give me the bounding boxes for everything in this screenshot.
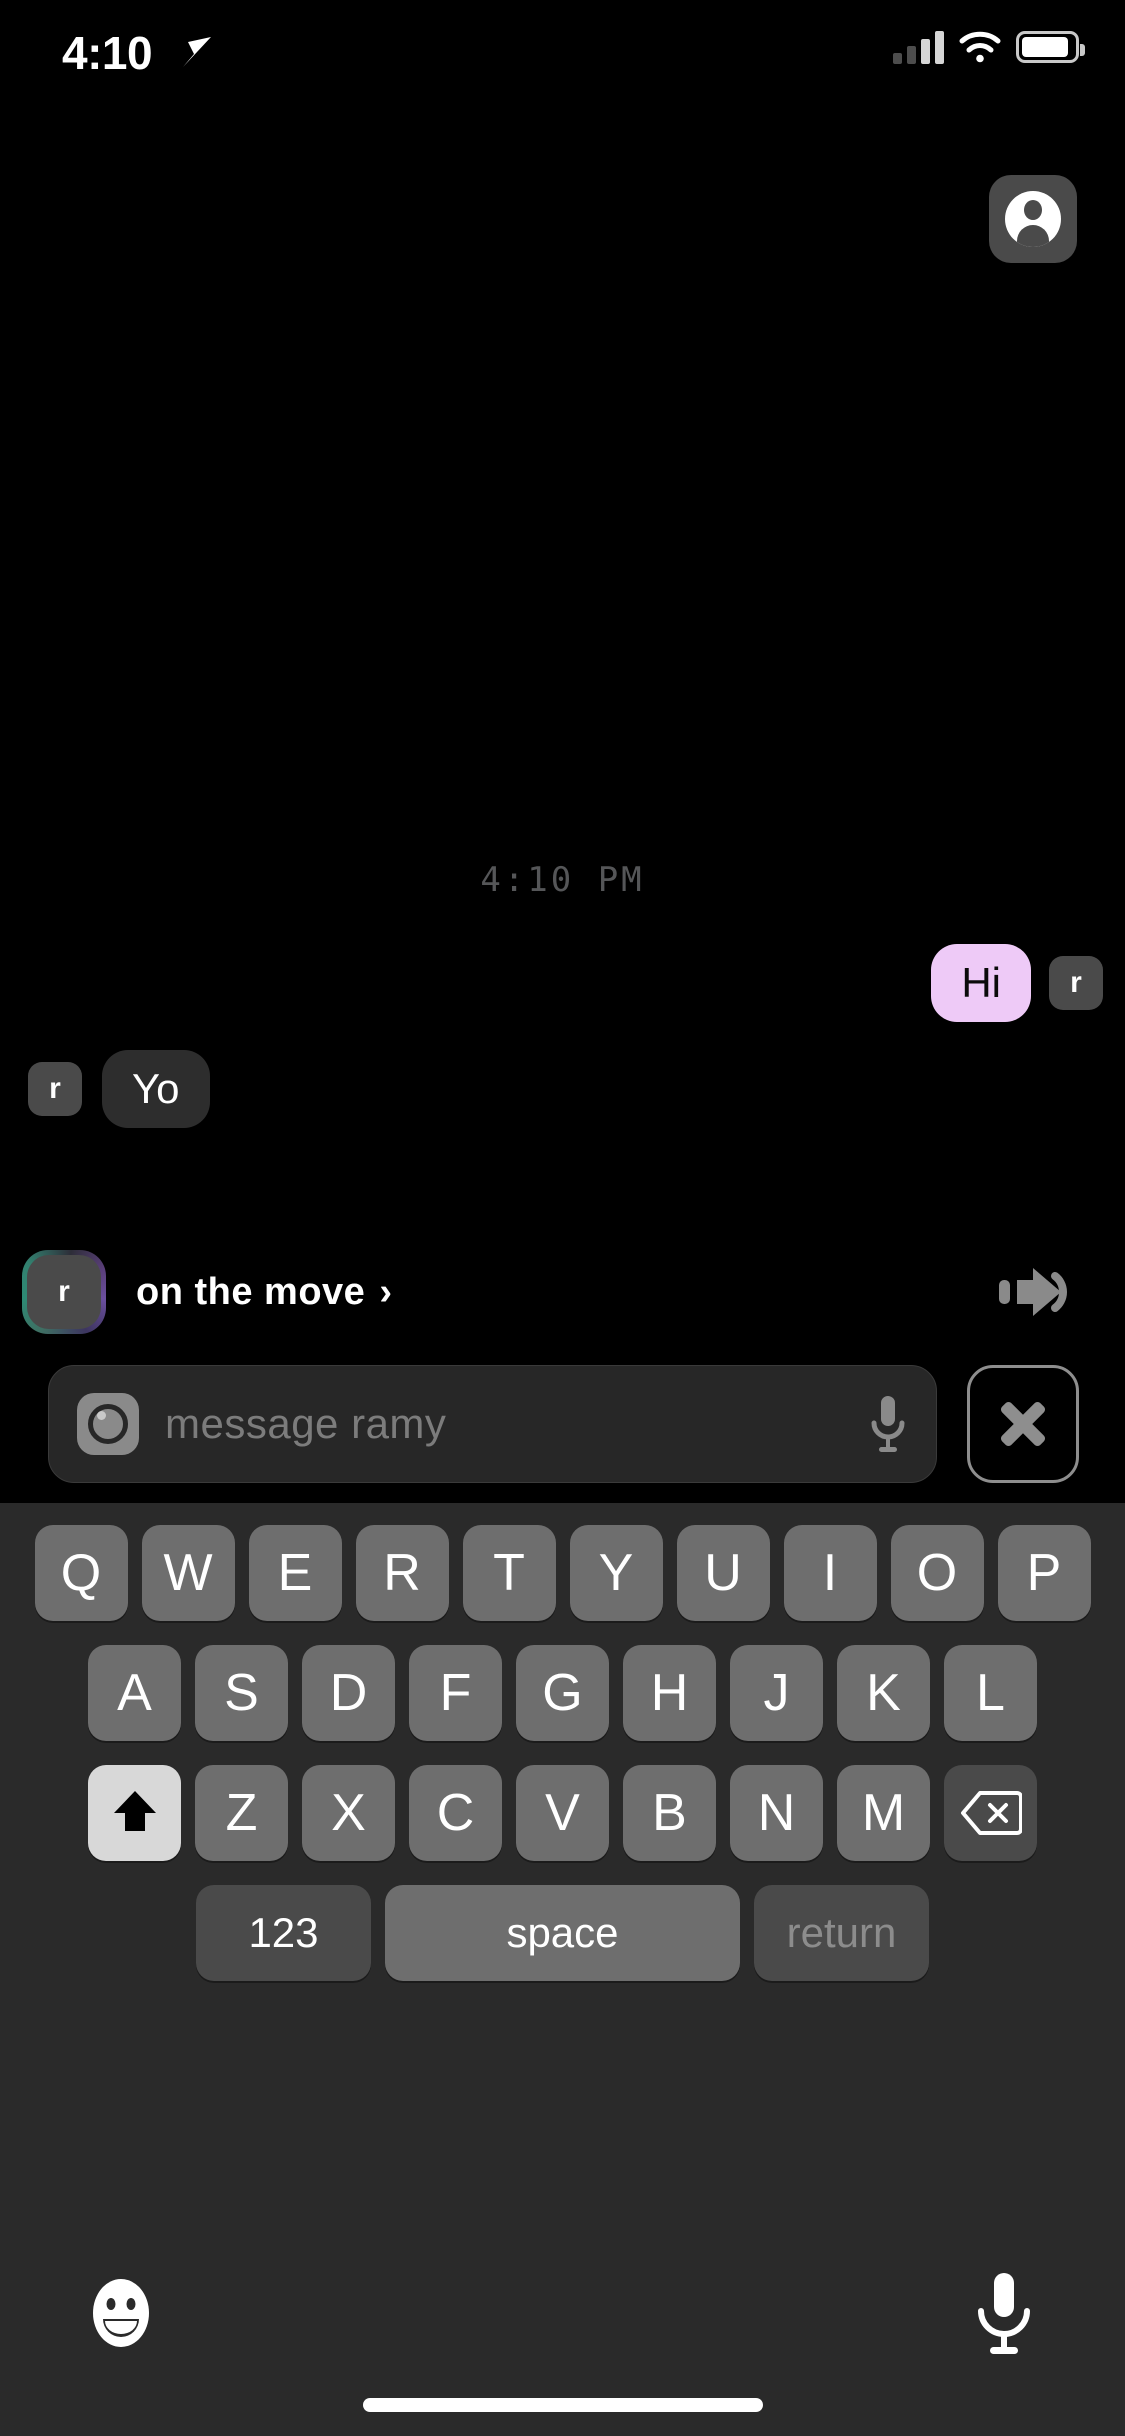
shift-up-arrow-icon [113, 1791, 156, 1831]
wifi-icon [959, 31, 1001, 63]
chevron-right-icon: › [379, 1270, 392, 1313]
key-v[interactable]: V [516, 1765, 609, 1861]
bottom-toolbar [0, 2223, 1125, 2436]
timestamp-divider: 4:10 PM [480, 860, 645, 900]
key-p[interactable]: P [997, 1525, 1091, 1621]
key-s[interactable]: S [195, 1645, 288, 1741]
profile-button[interactable] [989, 175, 1077, 263]
keyboard-row-2: A S D F G H J K L [0, 1621, 1125, 1741]
presence-label: on the move [136, 1270, 366, 1313]
app-screen: 4:10 4:10 PM Hi r r Yo r on the move › m… [0, 0, 1125, 2436]
key-g[interactable]: G [516, 1645, 609, 1741]
smiley-face-icon[interactable] [83, 2275, 159, 2351]
key-b[interactable]: B [623, 1765, 716, 1861]
message-row-incoming: r Yo [0, 1050, 1125, 1128]
key-a[interactable]: A [88, 1645, 181, 1741]
key-x[interactable]: X [302, 1765, 395, 1861]
close-button[interactable] [967, 1365, 1079, 1483]
cellular-signal-icon [893, 30, 944, 64]
space-key[interactable]: space [385, 1885, 740, 1981]
key-f[interactable]: F [409, 1645, 502, 1741]
key-y[interactable]: Y [569, 1525, 663, 1621]
home-indicator-bar [362, 2398, 763, 2412]
status-bar: 4:10 [0, 0, 1125, 110]
moving-arrow-icon[interactable] [997, 1262, 1079, 1322]
camera-icon[interactable] [77, 1393, 139, 1455]
close-x-icon [998, 1399, 1048, 1449]
shift-key[interactable] [88, 1765, 181, 1861]
message-bubble[interactable]: Hi [931, 944, 1031, 1022]
microphone-icon[interactable] [870, 1393, 906, 1455]
status-bar-time: 4:10 [62, 27, 153, 79]
key-i[interactable]: I [783, 1525, 877, 1621]
avatar-with-story-ring[interactable]: r [22, 1250, 106, 1334]
key-l[interactable]: L [944, 1645, 1037, 1741]
key-e[interactable]: E [248, 1525, 342, 1621]
key-d[interactable]: D [302, 1645, 395, 1741]
message-bubble[interactable]: Yo [102, 1050, 210, 1128]
keyboard-row-3: Z X C V B N M [0, 1741, 1125, 1861]
key-o[interactable]: O [890, 1525, 984, 1621]
person-circle-icon [1005, 191, 1061, 247]
key-h[interactable]: H [623, 1645, 716, 1741]
message-row-outgoing: Hi r [0, 944, 1125, 1022]
return-key[interactable]: return [754, 1885, 929, 1981]
key-c[interactable]: C [409, 1765, 502, 1861]
backspace-key[interactable] [944, 1765, 1037, 1861]
key-u[interactable]: U [676, 1525, 770, 1621]
backspace-delete-icon [960, 1791, 1022, 1835]
location-arrow-icon [178, 34, 214, 77]
avatar-initial: r [27, 1255, 101, 1329]
message-input[interactable]: message ramy [48, 1365, 937, 1483]
key-q[interactable]: Q [34, 1525, 128, 1621]
avatar: r [28, 1062, 82, 1116]
conversation-thread: 4:10 PM Hi r r Yo [0, 860, 1125, 1128]
numbers-key[interactable]: 123 [196, 1885, 371, 1981]
key-r[interactable]: R [355, 1525, 449, 1621]
key-z[interactable]: Z [195, 1765, 288, 1861]
status-bar-indicators [893, 30, 1085, 64]
microphone-icon[interactable] [976, 2271, 1032, 2357]
keyboard-row-1: Q W E R T Y U I O P [0, 1503, 1125, 1621]
key-t[interactable]: T [462, 1525, 556, 1621]
key-w[interactable]: W [141, 1525, 235, 1621]
key-m[interactable]: M [837, 1765, 930, 1861]
key-j[interactable]: J [730, 1645, 823, 1741]
message-input-placeholder: message ramy [165, 1400, 447, 1447]
keyboard-row-4: 123 space return [0, 1861, 1125, 1981]
onscreen-keyboard: Q W E R T Y U I O P A S D F G H J K L Z … [0, 1503, 1125, 2223]
avatar: r [1049, 956, 1103, 1010]
key-n[interactable]: N [730, 1765, 823, 1861]
key-k[interactable]: K [837, 1645, 930, 1741]
battery-full-icon [1016, 31, 1085, 63]
message-composer: message ramy [0, 1365, 1125, 1483]
presence-status-row[interactable]: r on the move › [0, 1250, 1125, 1334]
